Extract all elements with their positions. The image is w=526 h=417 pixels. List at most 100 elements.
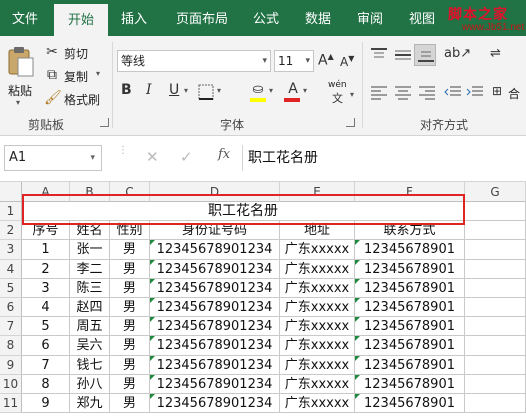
table-cell[interactable]: 男 [110, 240, 150, 260]
tab-review[interactable]: 审阅 [348, 0, 392, 36]
underline-dropdown-icon[interactable]: ▾ [184, 86, 188, 95]
table-cell[interactable]: 12345678901234 [150, 394, 280, 414]
align-middle-icon[interactable] [394, 48, 412, 62]
table-cell[interactable]: 7 [22, 355, 70, 375]
fill-color-button[interactable]: ⛀ ▾ [250, 82, 280, 104]
tab-home[interactable]: 开始 [54, 4, 108, 36]
align-top-icon[interactable] [370, 48, 388, 62]
tab-insert[interactable]: 插入 [110, 0, 158, 36]
table-cell[interactable]: 吴六 [70, 336, 110, 356]
align-right-icon[interactable] [418, 86, 436, 100]
table-cell[interactable]: 广东xxxxx [280, 336, 355, 356]
grid-cell[interactable] [465, 259, 526, 279]
underline-button[interactable]: U [169, 82, 179, 98]
table-cell[interactable]: 男 [110, 336, 150, 356]
align-center-icon[interactable] [394, 86, 412, 100]
row-header-8[interactable]: 8 [0, 336, 22, 356]
table-cell[interactable]: 12345678901 [355, 298, 465, 318]
align-left-icon[interactable] [370, 86, 388, 100]
copy-button[interactable]: ⧉ 复制 ▾ [44, 67, 108, 85]
table-cell[interactable]: 12345678901234 [150, 259, 280, 279]
table-cell[interactable]: 广东xxxxx [280, 394, 355, 414]
table-cell[interactable]: 钱七 [70, 355, 110, 375]
italic-button[interactable]: I [146, 82, 152, 98]
grid-cell[interactable] [465, 298, 526, 318]
font-size-select[interactable]: 11 ▾ [274, 50, 314, 72]
grid-cell[interactable] [465, 317, 526, 337]
tab-file[interactable]: 文件 [0, 0, 50, 36]
table-cell[interactable]: 广东xxxxx [280, 259, 355, 279]
table-cell[interactable]: 广东xxxxx [280, 374, 355, 394]
table-cell[interactable]: 男 [110, 317, 150, 337]
clipboard-launcher-icon[interactable] [100, 118, 109, 127]
column-header-g[interactable]: G [465, 182, 526, 202]
tab-data[interactable]: 数据 [296, 0, 340, 36]
table-cell[interactable]: 8 [22, 374, 70, 394]
table-cell[interactable]: 4 [22, 298, 70, 318]
cancel-icon[interactable]: ✕ [146, 148, 159, 166]
table-cell[interactable]: 男 [110, 394, 150, 414]
decrease-font-icon[interactable]: A▼ [340, 54, 354, 69]
table-cell[interactable]: 2 [22, 259, 70, 279]
tab-view[interactable]: 视图 [400, 0, 444, 36]
grid-cell[interactable] [465, 221, 526, 241]
row-header-11[interactable]: 11 [0, 394, 22, 414]
row-header-5[interactable]: 5 [0, 278, 22, 298]
select-all-corner[interactable] [0, 182, 22, 202]
tab-formulas[interactable]: 公式 [244, 0, 288, 36]
table-cell[interactable]: 6 [22, 336, 70, 356]
border-button[interactable]: ▾ [198, 84, 228, 102]
table-cell[interactable]: 张一 [70, 240, 110, 260]
font-color-button[interactable]: A ▾ [284, 81, 314, 104]
table-cell[interactable]: 男 [110, 355, 150, 375]
row-header-6[interactable]: 6 [0, 298, 22, 318]
wrap-text-icon[interactable]: ⇌ [490, 46, 501, 61]
table-cell[interactable]: 5 [22, 317, 70, 337]
table-cell[interactable]: 郑九 [70, 394, 110, 414]
table-cell[interactable]: 广东xxxxx [280, 317, 355, 337]
text-direction-icon[interactable]: ab↗ [444, 46, 471, 61]
table-cell[interactable]: 李二 [70, 259, 110, 279]
table-cell[interactable]: 广东xxxxx [280, 355, 355, 375]
grid-cell[interactable] [465, 278, 526, 298]
merge-center-button[interactable]: ⊞ 合 [492, 82, 526, 104]
table-cell[interactable]: 12345678901 [355, 259, 465, 279]
table-cell[interactable]: 男 [110, 259, 150, 279]
table-cell[interactable]: 12345678901234 [150, 374, 280, 394]
table-cell[interactable]: 男 [110, 374, 150, 394]
align-bottom-button[interactable] [414, 44, 436, 66]
table-cell[interactable]: 赵四 [70, 298, 110, 318]
table-cell[interactable]: 9 [22, 394, 70, 414]
table-cell[interactable]: 12345678901234 [150, 240, 280, 260]
table-cell[interactable]: 男 [110, 278, 150, 298]
phonetic-button[interactable]: wén 文 ▾ [326, 80, 358, 106]
table-cell[interactable]: 1 [22, 240, 70, 260]
decrease-indent-icon[interactable] [444, 86, 462, 100]
grid-cell[interactable] [465, 240, 526, 260]
table-cell[interactable]: 12345678901 [355, 278, 465, 298]
table-cell[interactable]: 3 [22, 278, 70, 298]
table-cell[interactable]: 12345678901234 [150, 317, 280, 337]
tab-page-layout[interactable]: 页面布局 [164, 0, 240, 36]
font-launcher-icon[interactable] [346, 118, 355, 127]
table-cell[interactable]: 12345678901 [355, 317, 465, 337]
grid-cell[interactable] [465, 355, 526, 375]
table-cell[interactable]: 广东xxxxx [280, 240, 355, 260]
table-cell[interactable]: 12345678901234 [150, 355, 280, 375]
table-cell[interactable]: 12345678901 [355, 374, 465, 394]
format-painter-button[interactable]: 🖌 格式刷 [44, 90, 106, 108]
table-cell[interactable]: 广东xxxxx [280, 298, 355, 318]
table-cell[interactable]: 广东xxxxx [280, 278, 355, 298]
table-cell[interactable]: 12345678901 [355, 240, 465, 260]
enter-icon[interactable]: ✓ [180, 148, 193, 166]
cut-button[interactable]: ✂ 剪切 [44, 44, 100, 62]
table-cell[interactable]: 周五 [70, 317, 110, 337]
table-cell[interactable]: 12345678901234 [150, 298, 280, 318]
row-header-3[interactable]: 3 [0, 240, 22, 260]
table-cell[interactable]: 12345678901 [355, 336, 465, 356]
grid-cell[interactable] [465, 394, 526, 414]
row-header-9[interactable]: 9 [0, 355, 22, 375]
row-header-4[interactable]: 4 [0, 259, 22, 279]
formula-input[interactable]: 职工花名册 [248, 145, 318, 171]
table-cell[interactable]: 男 [110, 298, 150, 318]
